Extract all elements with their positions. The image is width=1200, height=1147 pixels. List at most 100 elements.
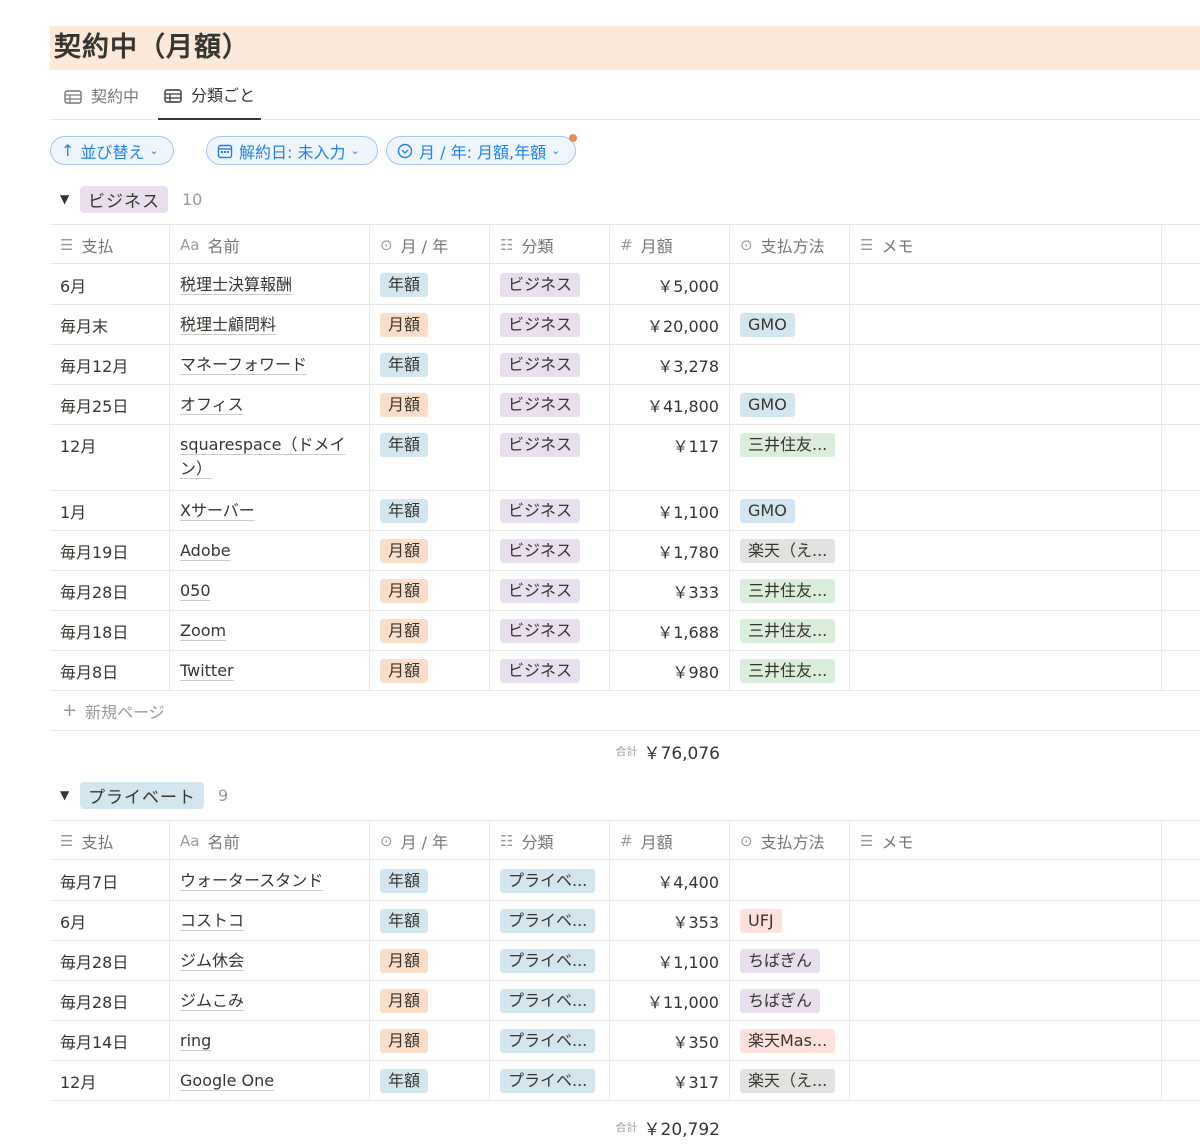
col-memo[interactable]: ☰ メモ [850, 225, 1162, 265]
name-value[interactable]: オフィス [180, 395, 244, 414]
cell-category[interactable]: ビジネス [490, 265, 610, 304]
table-row[interactable]: 毎月25日 オフィス 月額 ビジネス ￥41,800 GMO [50, 385, 1200, 425]
table-row[interactable]: 毎月末 税理士顧問料 月額 ビジネス ￥20,000 GMO [50, 305, 1200, 345]
cell-amount[interactable]: ￥41,800 [610, 385, 730, 424]
cell-memo[interactable] [850, 651, 1162, 690]
sort-button[interactable]: ↑ 並び替え ⌄ [50, 136, 174, 165]
cell-period[interactable]: 月額 [370, 531, 490, 570]
cell-memo[interactable] [850, 861, 1162, 900]
table-row[interactable]: 1月 Xサーバー 年額 ビジネス ￥1,100 GMO [50, 491, 1200, 531]
col-category[interactable]: ☷ 分類 [490, 225, 610, 265]
name-value[interactable]: ウォータースタンド [180, 871, 323, 890]
cell-period[interactable]: 月額 [370, 571, 490, 610]
cell-method[interactable]: 三井住友... [730, 611, 850, 650]
cell-period[interactable]: 年額 [370, 345, 490, 384]
cell-pay[interactable]: 12月 [50, 425, 170, 490]
name-value[interactable]: Twitter [180, 661, 234, 680]
table-row[interactable]: 毎月28日 ジム休会 月額 プライベ... ￥1,100 ちばぎん [50, 941, 1200, 981]
cell-period[interactable]: 月額 [370, 981, 490, 1020]
cell-memo[interactable] [850, 531, 1162, 570]
cell-category[interactable]: プライベ... [490, 981, 610, 1020]
cell-amount[interactable]: ￥1,100 [610, 491, 730, 530]
name-value[interactable]: 税理士決算報酬 [180, 275, 292, 294]
cell-method[interactable]: 楽天（え... [730, 1061, 850, 1100]
col-memo[interactable]: ☰ メモ [850, 821, 1162, 861]
table-row[interactable]: 毎月8日 Twitter 月額 ビジネス ￥980 三井住友... [50, 651, 1200, 691]
cell-pay[interactable]: 毎月7日 [50, 861, 170, 900]
name-value[interactable]: Xサーバー [180, 501, 255, 520]
cell-pay[interactable]: 毎月18日 [50, 611, 170, 650]
table-row[interactable]: 毎月28日 ジムこみ 月額 プライベ... ￥11,000 ちばぎん [50, 981, 1200, 1021]
table-row[interactable]: 6月 コストコ 年額 プライベ... ￥353 UFJ [50, 901, 1200, 941]
cell-category[interactable]: ビジネス [490, 571, 610, 610]
cancel-date-filter[interactable]: 解約日: 未入力 ⌄ [206, 136, 378, 165]
cell-memo[interactable] [850, 941, 1162, 980]
cell-memo[interactable] [850, 901, 1162, 940]
cell-pay[interactable]: 毎月25日 [50, 385, 170, 424]
name-value[interactable]: Adobe [180, 541, 231, 560]
cell-category[interactable]: ビジネス [490, 491, 610, 530]
cell-amount[interactable]: ￥1,100 [610, 941, 730, 980]
name-value[interactable]: ring [180, 1031, 211, 1050]
group-header[interactable]: ▼ ビジネス 10 [50, 184, 202, 214]
cell-category[interactable]: プライベ... [490, 861, 610, 900]
cell-memo[interactable] [850, 491, 1162, 530]
table-row[interactable]: 12月 Google One 年額 プライベ... ￥317 楽天（え... [50, 1061, 1200, 1101]
cell-pay[interactable]: 毎月28日 [50, 981, 170, 1020]
cell-method[interactable] [730, 345, 850, 384]
cell-method[interactable]: 楽天Mas... [730, 1021, 850, 1060]
cell-memo[interactable] [850, 425, 1162, 490]
cell-amount[interactable]: ￥1,780 [610, 531, 730, 570]
cell-amount[interactable]: ￥4,400 [610, 861, 730, 900]
cell-period[interactable]: 月額 [370, 305, 490, 344]
col-period[interactable]: ⊙ 月 / 年 [370, 225, 490, 265]
cell-name[interactable]: ジム休会 [170, 941, 370, 980]
cell-period[interactable]: 年額 [370, 1061, 490, 1100]
cell-name[interactable]: Zoom [170, 611, 370, 650]
cell-amount[interactable]: ￥3,278 [610, 345, 730, 384]
cell-memo[interactable] [850, 265, 1162, 304]
cell-memo[interactable] [850, 305, 1162, 344]
col-name[interactable]: Aa 名前 [170, 225, 370, 265]
name-value[interactable]: ジムこみ [180, 991, 244, 1010]
col-pay[interactable]: ☰ 支払 [50, 821, 170, 861]
cell-amount[interactable]: ￥117 [610, 425, 730, 490]
cell-period[interactable]: 年額 [370, 861, 490, 900]
table-row[interactable]: 6月 税理士決算報酬 年額 ビジネス ￥5,000 [50, 265, 1200, 305]
cell-name[interactable]: Adobe [170, 531, 370, 570]
cell-amount[interactable]: ￥5,000 [610, 265, 730, 304]
cell-pay[interactable]: 毎月12月 [50, 345, 170, 384]
cell-category[interactable]: ビジネス [490, 425, 610, 490]
cell-amount[interactable]: ￥350 [610, 1021, 730, 1060]
tab-active-contracts[interactable]: 契約中 [58, 80, 145, 120]
cell-method[interactable]: 楽天（え... [730, 531, 850, 570]
name-value[interactable]: ジム休会 [180, 951, 244, 970]
cell-memo[interactable] [850, 1021, 1162, 1060]
cell-period[interactable]: 年額 [370, 265, 490, 304]
name-value[interactable]: コストコ [180, 911, 244, 930]
cell-category[interactable]: ビジネス [490, 531, 610, 570]
cell-period[interactable]: 月額 [370, 651, 490, 690]
col-category[interactable]: ☷ 分類 [490, 821, 610, 861]
col-amount[interactable]: # 月額 [610, 821, 730, 861]
cell-amount[interactable]: ￥11,000 [610, 981, 730, 1020]
cell-period[interactable]: 月額 [370, 385, 490, 424]
cell-name[interactable]: ring [170, 1021, 370, 1060]
name-value[interactable]: Google One [180, 1071, 274, 1090]
name-value[interactable]: 050 [180, 581, 211, 600]
cell-name[interactable]: 050 [170, 571, 370, 610]
cell-name[interactable]: オフィス [170, 385, 370, 424]
table-row[interactable]: 毎月12月 マネーフォワード 年額 ビジネス ￥3,278 [50, 345, 1200, 385]
cell-pay[interactable]: 6月 [50, 901, 170, 940]
col-method[interactable]: ⊙ 支払方法 [730, 225, 850, 265]
col-name[interactable]: Aa 名前 [170, 821, 370, 861]
cell-method[interactable]: ちばぎん [730, 941, 850, 980]
cell-name[interactable]: Xサーバー [170, 491, 370, 530]
name-value[interactable]: マネーフォワード [180, 355, 307, 374]
cell-pay[interactable]: 毎月14日 [50, 1021, 170, 1060]
col-pay[interactable]: ☰ 支払 [50, 225, 170, 265]
cell-method[interactable]: ちばぎん [730, 981, 850, 1020]
cell-pay[interactable]: 毎月19日 [50, 531, 170, 570]
name-value[interactable]: 税理士顧問料 [180, 315, 276, 334]
cell-memo[interactable] [850, 611, 1162, 650]
